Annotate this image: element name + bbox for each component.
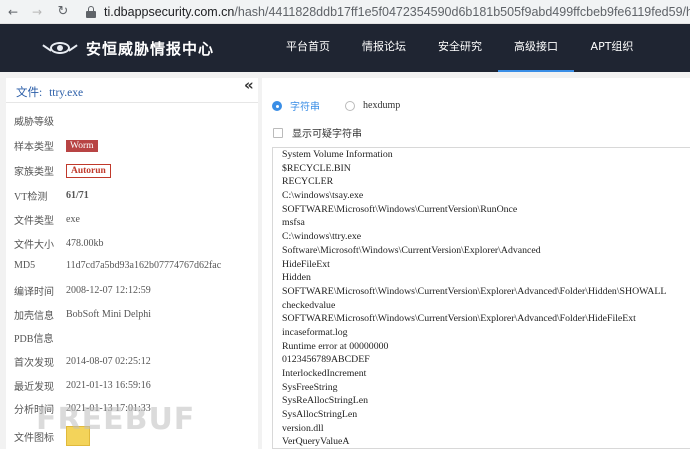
vt-row: VT检测 61/71 <box>14 188 89 203</box>
url-path: /hash/4411828ddb17ff1e5f0472354590d6b181… <box>234 4 690 19</box>
vt-detection-value[interactable]: 61/71 <box>66 190 89 201</box>
first-seen-value: 2014-08-07 02:25:12 <box>66 356 151 367</box>
string-line: $RECYCLE.BIN <box>282 162 351 174</box>
url-host: ti.dbappsecurity.com.cn <box>104 4 235 19</box>
file-size-row: 文件大小 478.00kb <box>14 236 104 251</box>
divider <box>6 102 258 103</box>
nav-research[interactable]: 安全研究 <box>422 24 498 72</box>
compile-time-label: 编译时间 <box>14 287 54 298</box>
sample-type-badge[interactable]: Worm <box>66 139 98 152</box>
family-type-row: 家族类型 Autorun <box>14 163 111 178</box>
strings-list[interactable]: System Volume Information $RECYCLE.BIN REC… <box>272 147 690 449</box>
string-line: Runtime error at 00000000 <box>282 340 389 352</box>
pdb-row: PDB信息 <box>14 330 66 345</box>
file-icon-label: 文件图标 <box>14 432 54 444</box>
threat-level-label: 威胁等级 <box>14 117 54 128</box>
string-line: SysFreeString <box>282 381 338 393</box>
nav-forum[interactable]: 情报论坛 <box>346 24 422 72</box>
site-logo[interactable]: 安恒威胁情报中心 <box>42 38 214 59</box>
file-name-row: 文件: ttry.exe <box>16 84 83 100</box>
string-line: SOFTWARE\Microsoft\Windows\CurrentVersio… <box>282 313 636 325</box>
compile-time-row: 编译时间 2008-12-07 12:12:59 <box>14 283 151 298</box>
nav-home[interactable]: 平台首页 <box>270 24 346 72</box>
packer-label: 加壳信息 <box>14 311 54 322</box>
file-type-value: exe <box>66 214 80 225</box>
md5-label: MD5 <box>14 260 36 271</box>
eye-logo-icon <box>42 41 78 55</box>
first-seen-row: 首次发现 2014-08-07 02:25:12 <box>14 354 151 369</box>
site-header: 安恒威胁情报中心 平台首页 情报论坛 安全研究 高级接口 APT组织 <box>0 24 690 72</box>
string-line: HideFileExt <box>282 258 330 270</box>
nav-apt-groups[interactable]: APT组织 <box>574 24 650 72</box>
view-mode-radio-group: 字符串 hexdump <box>272 98 400 113</box>
strings-panel: 字符串 hexdump 显示可疑字符串 System Volume Inform… <box>262 78 690 449</box>
back-arrow-icon[interactable]: ← <box>6 5 20 19</box>
string-line: Hidden <box>282 272 311 284</box>
string-line: incaseformat.log <box>282 326 348 338</box>
browser-toolbar: ← → ↻ ti.dbappsecurity.com.cn/hash/44118… <box>0 0 690 24</box>
pdb-label: PDB信息 <box>14 334 54 345</box>
string-line: C:\windows\ttry.exe <box>282 231 362 243</box>
first-seen-label: 首次发现 <box>14 358 54 369</box>
last-seen-label: 最近发现 <box>14 382 54 393</box>
file-name: ttry.exe <box>49 87 84 99</box>
forward-arrow-icon[interactable]: → <box>30 5 44 19</box>
file-type-label: 文件类型 <box>14 216 54 227</box>
analysis-time-row: 分析时间 2021-01-13 17:01:33 <box>14 401 151 416</box>
radio-strings[interactable] <box>272 100 282 111</box>
analysis-time-label: 分析时间 <box>14 405 54 416</box>
analysis-time-value: 2021-01-13 17:01:33 <box>66 403 151 414</box>
string-line: msfsa <box>282 217 305 229</box>
lock-icon[interactable] <box>86 5 96 18</box>
suspicious-strings-label: 显示可疑字符串 <box>292 129 362 140</box>
site-title: 安恒威胁情报中心 <box>86 39 215 58</box>
compile-time-value: 2008-12-07 12:12:59 <box>66 285 151 296</box>
reload-icon[interactable]: ↻ <box>56 4 70 19</box>
md5-value: 11d7cd7a5bd93a162b07774767d62fac <box>66 260 222 271</box>
nav-advanced-api[interactable]: 高级接口 <box>498 24 574 72</box>
string-line: System Volume Information <box>282 149 393 160</box>
collapse-panel-icon[interactable]: « <box>244 76 254 94</box>
suspicious-strings-toggle[interactable]: 显示可疑字符串 <box>273 125 362 140</box>
file-thumbnail-icon <box>66 426 90 446</box>
string-line: 0123456789ABCDEF <box>282 354 370 366</box>
packer-value: BobSoft Mini Delphi <box>66 309 152 320</box>
sample-type-row: 样本类型 Worm <box>14 138 98 153</box>
file-size-label: 文件大小 <box>14 240 54 251</box>
file-icon-row: 文件图标 <box>14 426 90 446</box>
string-line: VerQueryValueA <box>282 436 350 448</box>
last-seen-value: 2021-01-13 16:59:16 <box>66 380 151 391</box>
vt-label: VT检测 <box>14 192 48 203</box>
string-line: Software\Microsoft\Windows\CurrentVersio… <box>282 244 541 256</box>
radio-hexdump-label[interactable]: hexdump <box>363 100 400 111</box>
radio-strings-label[interactable]: 字符串 <box>290 98 320 113</box>
radio-hexdump[interactable] <box>345 100 355 111</box>
string-line: C:\windows\tsay.exe <box>282 190 364 202</box>
file-info-panel: 文件: ttry.exe 威胁等级 样本类型 Worm 家族类型 Autorun… <box>6 78 258 449</box>
file-label: 文件: <box>16 87 43 99</box>
string-line: checkedvalue <box>282 299 336 311</box>
address-bar[interactable]: ti.dbappsecurity.com.cn/hash/4411828ddb1… <box>104 5 690 19</box>
threat-level-row: 威胁等级 <box>14 113 66 128</box>
string-line: version.dll <box>282 422 324 434</box>
family-type-label: 家族类型 <box>14 167 54 178</box>
string-line: SOFTWARE\Microsoft\Windows\CurrentVersio… <box>282 285 667 297</box>
string-line: SysReAllocStringLen <box>282 395 368 407</box>
string-line: RECYCLER <box>282 176 334 188</box>
family-type-badge[interactable]: Autorun <box>66 163 111 178</box>
file-size-value: 478.00kb <box>66 238 104 249</box>
last-seen-row: 最近发现 2021-01-13 16:59:16 <box>14 378 151 393</box>
md5-row: MD5 11d7cd7a5bd93a162b07774767d62fac <box>14 260 221 271</box>
suspicious-strings-checkbox[interactable] <box>273 127 283 138</box>
packer-row: 加壳信息 BobSoft Mini Delphi <box>14 307 151 322</box>
file-type-row: 文件类型 exe <box>14 212 80 227</box>
sample-type-label: 样本类型 <box>14 142 54 153</box>
main-nav: 平台首页 情报论坛 安全研究 高级接口 APT组织 <box>270 24 650 72</box>
string-line: InterlockedIncrement <box>282 368 367 379</box>
string-line: SOFTWARE\Microsoft\Windows\CurrentVersio… <box>282 203 518 215</box>
string-line: SysAllocStringLen <box>282 409 358 421</box>
